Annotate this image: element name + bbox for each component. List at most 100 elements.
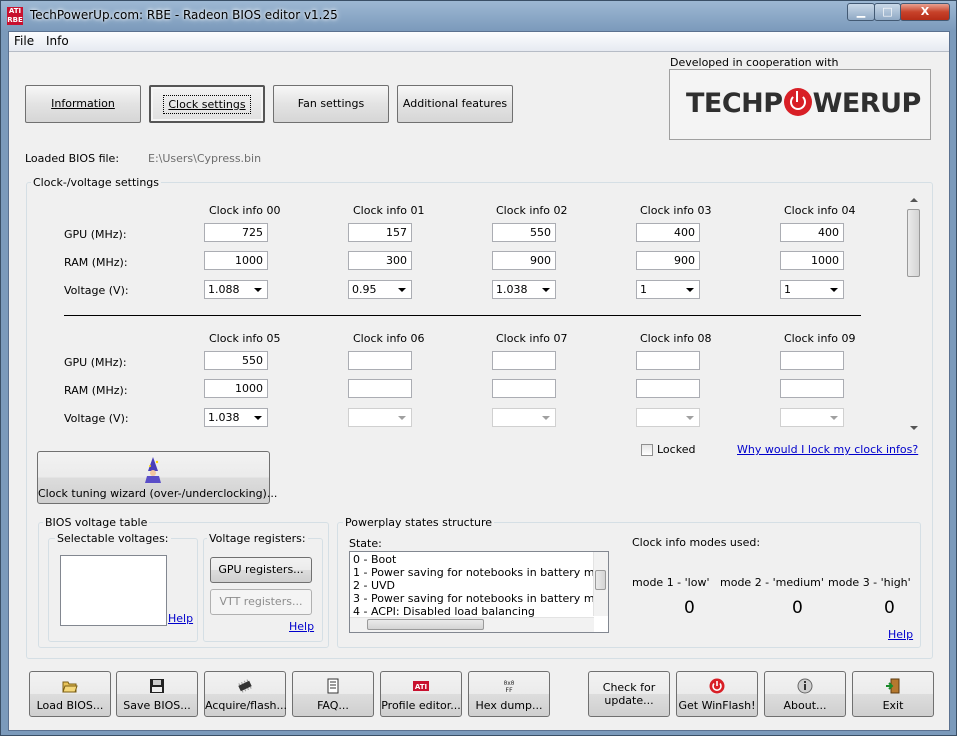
gpu-clock-field[interactable]: 400 <box>636 223 700 242</box>
close-button[interactable]: X <box>900 3 950 21</box>
voltage-select[interactable]: 1 <box>780 280 844 299</box>
button-label: Check for update... <box>602 681 656 707</box>
help-link[interactable]: Help <box>168 612 193 625</box>
gpu-clock-field[interactable]: 550 <box>204 351 268 370</box>
voltage-select[interactable] <box>492 408 556 427</box>
list-item[interactable]: 1 - Power saving for notebooks in batter… <box>353 566 608 579</box>
tab-fan-settings[interactable]: Fan settings <box>273 85 389 123</box>
clock-info-header: Clock info 07 <box>496 332 568 345</box>
ram-label: RAM (MHz): <box>64 384 128 397</box>
gpu-clock-field[interactable] <box>780 351 844 370</box>
ram-clock-field[interactable]: 1000 <box>204 251 268 270</box>
list-item[interactable]: 3 - Power saving for notebooks in batter… <box>353 592 608 605</box>
gpu-clock-field[interactable]: 400 <box>780 223 844 242</box>
voltage-label: Voltage (V): <box>64 412 129 425</box>
scroll-thumb[interactable] <box>595 570 606 590</box>
chevron-down-icon <box>254 288 262 292</box>
bios-voltage-title: BIOS voltage table <box>43 516 150 529</box>
power-icon <box>783 88 812 116</box>
tab-clock-settings[interactable]: Clock settings <box>149 85 265 123</box>
clock-tuning-wizard-button[interactable]: Clock tuning wizard (over-/underclocking… <box>37 451 278 504</box>
clock-info-scrollbar[interactable] <box>906 193 922 437</box>
loaded-bios-label: Loaded BIOS file: <box>25 152 120 165</box>
svg-text:0x0: 0x0 <box>504 680 515 687</box>
scroll-up-icon[interactable] <box>910 198 918 202</box>
menu-file[interactable]: File <box>14 34 34 48</box>
voltage-select[interactable] <box>348 408 412 427</box>
ram-clock-field[interactable]: 900 <box>492 251 556 270</box>
ram-clock-field[interactable]: 1000 <box>204 379 268 398</box>
power-icon <box>709 678 725 694</box>
powerplay-state-list[interactable]: 0 - Boot 1 - Power saving for notebooks … <box>349 551 609 633</box>
help-link[interactable]: Help <box>888 628 913 641</box>
gpu-clock-field[interactable] <box>636 351 700 370</box>
gpu-clock-field[interactable]: 550 <box>492 223 556 242</box>
list-item[interactable]: 2 - UVD <box>353 579 395 592</box>
selectable-voltages-list[interactable] <box>60 555 167 626</box>
voltage-select[interactable]: 1 <box>636 280 700 299</box>
gpu-clock-field[interactable]: 157 <box>348 223 412 242</box>
state-vertical-scrollbar[interactable] <box>593 552 608 616</box>
mode-label: mode 3 - 'high' <box>828 576 911 589</box>
ram-clock-field[interactable] <box>348 379 412 398</box>
gpu-clock-field[interactable] <box>492 351 556 370</box>
menu-info[interactable]: Info <box>46 34 69 48</box>
save-bios-button[interactable]: Save BIOS... <box>116 671 198 717</box>
gpu-clock-field[interactable] <box>348 351 412 370</box>
ram-clock-field[interactable] <box>636 379 700 398</box>
about-button[interactable]: About... <box>764 671 846 717</box>
clock-info-header: Clock info 00 <box>209 204 281 217</box>
lock-info-link[interactable]: Why would I lock my clock infos? <box>737 443 918 456</box>
voltage-select[interactable]: 1.088 <box>204 280 268 299</box>
hex-dump-button[interactable]: 0x0 FF Hex dump... <box>468 671 550 717</box>
list-item[interactable]: 0 - Boot <box>353 553 396 566</box>
gpu-clock-field[interactable]: 725 <box>204 223 268 242</box>
voltage-select[interactable]: 1.038 <box>204 408 268 427</box>
minimize-button[interactable]: ▁ <box>847 3 875 21</box>
logo-caption: Developed in cooperation with <box>670 56 839 69</box>
ram-clock-field[interactable] <box>780 379 844 398</box>
mode-label: mode 2 - 'medium' <box>720 576 824 589</box>
state-horizontal-scrollbar[interactable] <box>350 617 594 632</box>
vtt-registers-button[interactable]: VTT registers... <box>210 589 312 615</box>
help-link[interactable]: Help <box>289 620 314 633</box>
loaded-bios-value: E:\Users\Cypress.bin <box>148 152 262 165</box>
maximize-button[interactable]: □ <box>874 3 901 21</box>
scroll-thumb[interactable] <box>367 619 484 630</box>
clock-info-header: Clock info 08 <box>640 332 712 345</box>
ram-clock-field[interactable] <box>492 379 556 398</box>
wizard-button-label: Clock tuning wizard (over-/underclocking… <box>38 487 278 500</box>
title-bar[interactable]: ATI RBE TechPowerUp.com: RBE - Radeon BI… <box>1 1 956 31</box>
voltage-select[interactable] <box>780 408 844 427</box>
gpu-label: GPU (MHz): <box>64 356 127 369</box>
mode-label: mode 1 - 'low' <box>632 576 710 589</box>
voltage-select[interactable]: 1.038 <box>492 280 556 299</box>
ram-clock-field[interactable]: 900 <box>636 251 700 270</box>
get-winflash-button[interactable]: Get WinFlash! <box>676 671 758 717</box>
scroll-down-icon[interactable] <box>910 426 918 430</box>
voltage-select[interactable]: 0.95 <box>348 280 412 299</box>
check-update-button[interactable]: Check for update... <box>588 671 670 717</box>
scroll-thumb[interactable] <box>907 209 920 277</box>
clock-info-header: Clock info 02 <box>496 204 568 217</box>
ram-clock-field[interactable]: 1000 <box>780 251 844 270</box>
button-label: Save BIOS... <box>123 699 191 712</box>
load-bios-button[interactable]: Load BIOS... <box>29 671 111 717</box>
chevron-down-icon <box>542 416 550 420</box>
ram-clock-field[interactable]: 300 <box>348 251 412 270</box>
gpu-registers-button[interactable]: GPU registers... <box>210 557 312 583</box>
locked-checkbox[interactable] <box>641 444 653 456</box>
faq-button[interactable]: FAQ... <box>292 671 374 717</box>
state-label: State: <box>349 537 382 550</box>
acquire-flash-button[interactable]: Acquire/flash... <box>204 671 288 717</box>
voltage-select[interactable] <box>636 408 700 427</box>
tab-additional-features[interactable]: Additional features <box>397 85 513 123</box>
tab-information[interactable]: Information <box>25 85 141 123</box>
profile-editor-button[interactable]: ATI Profile editor... <box>380 671 462 717</box>
selectable-voltages-label: Selectable voltages: <box>55 532 171 545</box>
button-label: Acquire/flash... <box>205 699 288 712</box>
mode-value: 0 <box>884 598 895 618</box>
clock-info-header: Clock info 06 <box>353 332 425 345</box>
app-icon: ATI RBE <box>7 7 23 25</box>
exit-button[interactable]: Exit <box>852 671 934 717</box>
